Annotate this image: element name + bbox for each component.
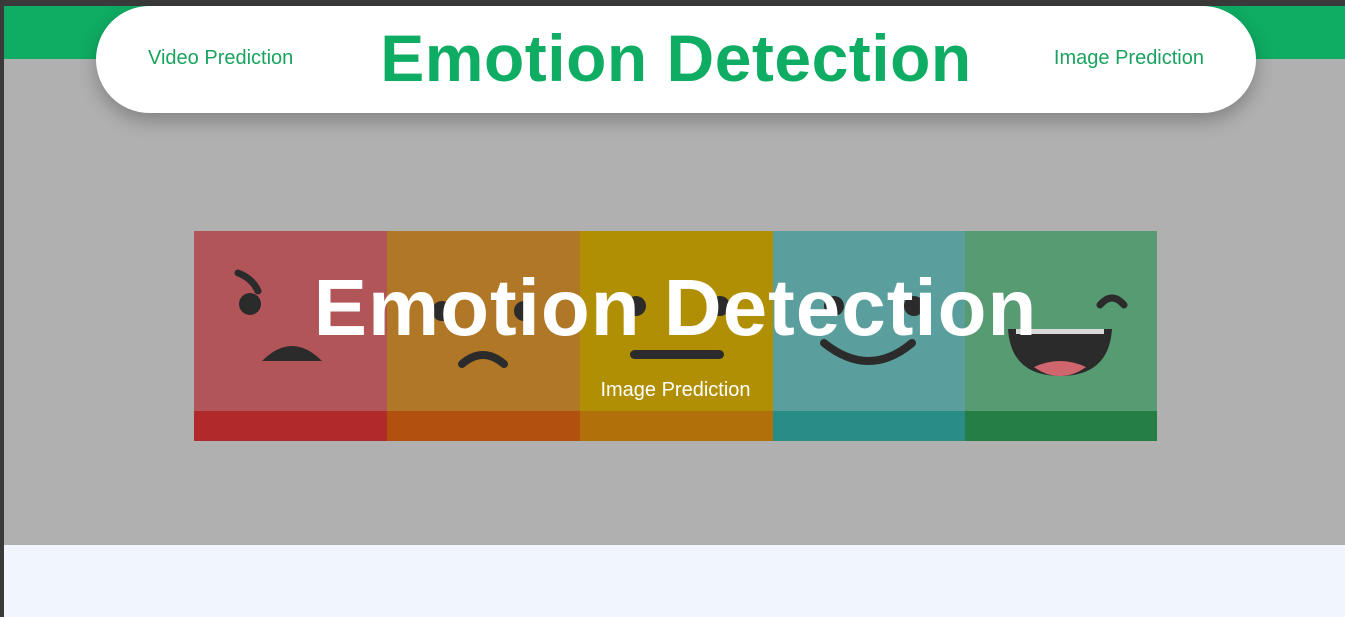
nav-image-prediction-link[interactable]: Image Prediction [1054,47,1204,70]
nav-video-prediction-link[interactable]: Video Prediction [148,47,293,70]
navbar: Video Prediction Emotion Detection Image… [96,6,1256,113]
hero-image-prediction-link[interactable]: Image Prediction [600,379,750,401]
hero-link-wrapper: Image Prediction [194,379,1157,402]
hero-title: Emotion Detection [313,263,1038,352]
